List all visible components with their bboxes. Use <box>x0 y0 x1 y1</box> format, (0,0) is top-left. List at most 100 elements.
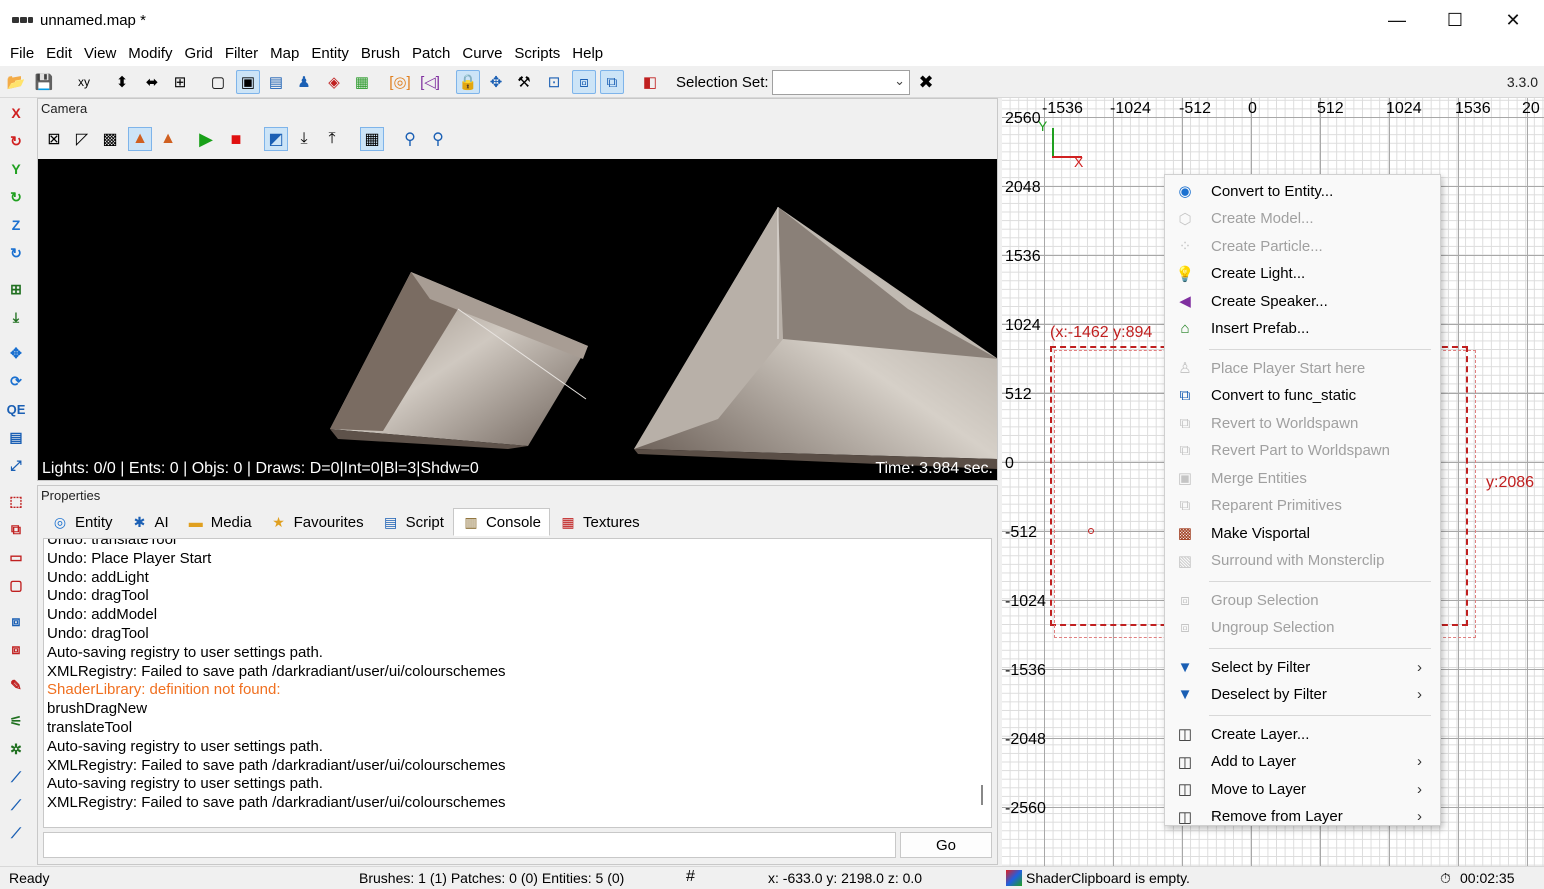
menu-item-add-to-layer[interactable]: ◫ Add to Layer › <box>1165 749 1440 775</box>
far-clip-icon[interactable]: ◩ <box>264 127 288 151</box>
camera-move-icon[interactable]: ⚲ <box>398 127 422 151</box>
edge-tool-icon[interactable]: ⟋ <box>5 766 27 788</box>
clip-in-icon[interactable]: ⤓ <box>292 127 316 151</box>
rotate-z-icon[interactable]: ⊞ <box>168 70 192 94</box>
menu-item-deselect-by-filter[interactable]: ▼ Deselect by Filter › <box>1165 682 1440 708</box>
textured-icon[interactable]: ▩ <box>98 127 122 151</box>
menu-map[interactable]: Map <box>264 45 305 62</box>
menu-item-make-visportal[interactable]: ▩ Make Visportal <box>1165 520 1440 546</box>
speaker-bracket-icon[interactable]: [◁] <box>418 70 442 94</box>
open-icon[interactable]: 📂 <box>4 70 28 94</box>
menu-item-merge-entities[interactable]: ▣ Merge Entities <box>1165 465 1440 491</box>
command-input[interactable] <box>43 832 896 858</box>
menu-item-revert-to-worldspawn[interactable]: ⧉ Revert to Worldspawn <box>1165 410 1440 436</box>
tab-ai[interactable]: ✱ AI <box>122 508 178 536</box>
patch-tool-icon[interactable]: ⚟ <box>5 710 27 732</box>
face-tool-icon[interactable]: ⟋ <box>5 794 27 816</box>
grid-icon[interactable]: ▦ <box>360 127 384 151</box>
xyz-flip-icon[interactable]: xy <box>72 70 96 94</box>
menu-item-convert-to-func-static[interactable]: ⧉ Convert to func_static <box>1165 383 1440 409</box>
rotate-z-icon[interactable]: ↻ <box>5 242 27 264</box>
view-top-icon[interactable]: ▤ <box>264 70 288 94</box>
tab-entity[interactable]: ◎ Entity <box>42 508 122 536</box>
select-parts-icon[interactable]: ⧉ <box>600 70 624 94</box>
menu-item-move-to-layer[interactable]: ◫ Move to Layer › <box>1165 776 1440 802</box>
rotate-y-icon[interactable]: ↻ <box>5 186 27 208</box>
qe-tool-icon[interactable]: QE <box>5 398 27 420</box>
menu-grid[interactable]: Grid <box>178 45 218 62</box>
view-side-icon[interactable]: ▣ <box>236 70 260 94</box>
menu-help[interactable]: Help <box>566 45 609 62</box>
menu-item-surround-with-monsterclip[interactable]: ▧ Surround with Monsterclip <box>1165 548 1440 574</box>
tab-media[interactable]: ▬ Media <box>178 508 261 536</box>
menu-patch[interactable]: Patch <box>406 45 456 62</box>
view-front-icon[interactable]: ▢ <box>206 70 230 94</box>
menu-filter[interactable]: Filter <box>219 45 264 62</box>
vertex-tool-icon[interactable]: ✲ <box>5 738 27 760</box>
scale-tool-icon[interactable]: ⤢ <box>5 454 27 476</box>
texture-lock-icon[interactable]: ▦ <box>350 70 374 94</box>
clip-out-icon[interactable]: ⤒ <box>320 127 344 151</box>
select-group-icon[interactable]: ⧈ <box>572 70 596 94</box>
menu-item-select-by-filter[interactable]: ▼ Select by Filter › <box>1165 654 1440 680</box>
menu-item-create-layer[interactable]: ◫ Create Layer... <box>1165 721 1440 747</box>
stop-icon[interactable]: ■ <box>224 127 248 151</box>
brush-tool-icon[interactable]: ✎ <box>5 674 27 696</box>
menu-edit[interactable]: Edit <box>40 45 78 62</box>
menu-item-create-speaker[interactable]: ◀ Create Speaker... <box>1165 288 1440 314</box>
move-4way-icon[interactable]: ✥ <box>484 70 508 94</box>
menu-item-reparent-primitives[interactable]: ⧉ Reparent Primitives <box>1165 493 1440 519</box>
tab-textures[interactable]: ▦ Textures <box>550 508 649 536</box>
camera-viewport[interactable]: Lights: 0/0 | Ents: 0 | Objs: 0 | Draws:… <box>38 159 997 480</box>
flat-shade-icon[interactable]: ◸ <box>70 127 94 151</box>
csg-subtract-icon[interactable]: ⧈ <box>5 610 27 632</box>
menu-item-ungroup-selection[interactable]: ⧈ Ungroup Selection <box>1165 615 1440 641</box>
clipper-icon[interactable]: ◈ <box>322 70 346 94</box>
csg-merge-icon[interactable]: ⧈ <box>5 638 27 660</box>
menu-scripts[interactable]: Scripts <box>508 45 566 62</box>
lighting-preview-icon[interactable]: ▲ <box>156 127 180 151</box>
maximize-button[interactable]: ☐ <box>1426 0 1484 40</box>
menu-file[interactable]: File <box>4 45 40 62</box>
rotate-x-icon[interactable]: ↻ <box>5 130 27 152</box>
lighting-icon[interactable]: ▲ <box>128 127 152 151</box>
player-icon[interactable]: ♟ <box>292 70 316 94</box>
brackets-icon[interactable]: [◎] <box>388 70 412 94</box>
menu-brush[interactable]: Brush <box>355 45 406 62</box>
menu-item-revert-part-to-worldspawn[interactable]: ⧉ Revert Part to Worldspawn <box>1165 438 1440 464</box>
console-output[interactable]: Undo: translateTool Undo: Place Player St… <box>43 538 992 828</box>
cube-map-icon[interactable]: ◧ <box>638 70 662 94</box>
wireframe-icon[interactable]: ⊠ <box>42 127 66 151</box>
flip-x-icon[interactable]: X <box>5 102 27 124</box>
selection-set-combo[interactable]: ⌄ <box>772 70 910 95</box>
menu-item-create-light[interactable]: 💡 Create Light... <box>1165 261 1440 287</box>
lock-icon[interactable]: 🔒 <box>456 70 480 94</box>
menu-item-convert-to-entity[interactable]: ◉ Convert to Entity... <box>1165 178 1440 204</box>
rotate-y-icon[interactable]: ⬌ <box>140 70 164 94</box>
menu-item-insert-prefab[interactable]: ⌂ Insert Prefab... <box>1165 316 1440 342</box>
curve-tool-icon[interactable]: ⟋ <box>5 822 27 844</box>
play-icon[interactable]: ▶ <box>194 127 218 151</box>
select-faces-icon[interactable]: ⊡ <box>542 70 566 94</box>
menu-modify[interactable]: Modify <box>122 45 178 62</box>
select-complete-icon[interactable]: ▭ <box>5 546 27 568</box>
clear-selection-set-icon[interactable]: ✖ <box>914 70 938 94</box>
minimize-button[interactable]: — <box>1368 0 1426 40</box>
menu-item-place-player-start-here[interactable]: ♙ Place Player Start here <box>1165 355 1440 381</box>
save-icon[interactable]: 💾 <box>32 70 56 94</box>
go-button[interactable]: Go <box>900 832 992 858</box>
console-scrollbar[interactable] <box>981 785 983 805</box>
close-button[interactable]: ✕ <box>1484 0 1542 40</box>
rotate-x-icon[interactable]: ⬍ <box>110 70 134 94</box>
menu-item-create-model[interactable]: ⬡ Create Model... <box>1165 206 1440 232</box>
menu-view[interactable]: View <box>78 45 122 62</box>
texture-tool-icon[interactable]: ▤ <box>5 426 27 448</box>
translate-tool-icon[interactable]: ✥ <box>5 342 27 364</box>
drag-entities-icon[interactable]: ⚒ <box>512 70 536 94</box>
select-touching-icon[interactable]: ⬚ <box>5 490 27 512</box>
menu-entity[interactable]: Entity <box>305 45 355 62</box>
select-partial-icon[interactable]: ▢ <box>5 574 27 596</box>
tab-console[interactable]: ▥ Console <box>452 508 550 536</box>
menu-item-group-selection[interactable]: ⧈ Group Selection <box>1165 587 1440 613</box>
drop-to-floor-icon[interactable]: ⤓ <box>5 306 27 328</box>
